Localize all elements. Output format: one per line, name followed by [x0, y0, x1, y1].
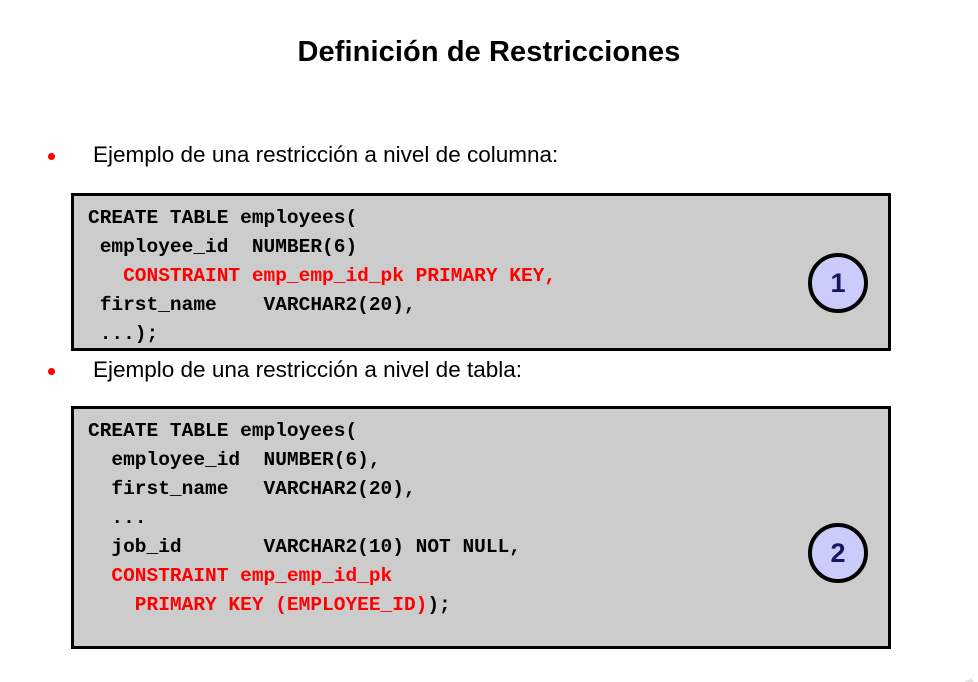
code-token: PRIMARY KEY (EMPLOYEE_ID)	[88, 594, 428, 616]
bullet-item-1: Ejemplo de una restricción a nivel de co…	[48, 141, 558, 168]
code-line: CREATE TABLE employees(	[88, 417, 521, 446]
step-badge-1: 1	[808, 253, 868, 313]
code-line: first_name VARCHAR2(20),	[88, 475, 521, 504]
slide-canvas: cademy Definición de Restricciones Ejemp…	[0, 0, 978, 682]
bullet-dot-icon	[48, 153, 55, 160]
step-badge-2: 2	[808, 523, 868, 583]
page-title: Definición de Restricciones	[297, 36, 681, 68]
bullet-label-1: Ejemplo de una restricción a nivel de co…	[93, 142, 559, 167]
bullet-dot-icon	[48, 368, 55, 375]
code-line: CONSTRAINT emp_emp_id_pk PRIMARY KEY,	[88, 262, 556, 291]
code-token: CREATE TABLE employees(	[88, 207, 358, 229]
code-line: CONSTRAINT emp_emp_id_pk	[88, 562, 521, 591]
code-token: job_id VARCHAR2(10) NOT NULL,	[88, 536, 521, 558]
code-line: employee_id NUMBER(6)	[88, 233, 556, 262]
code-token: );	[427, 594, 451, 616]
code-block-2: CREATE TABLE employees( employee_id NUMB…	[71, 406, 891, 649]
code-block-2-content: CREATE TABLE employees( employee_id NUMB…	[88, 417, 521, 620]
code-token: CREATE TABLE employees(	[88, 420, 358, 442]
code-line: first_name VARCHAR2(20),	[88, 291, 556, 320]
code-block-1: CREATE TABLE employees( employee_id NUMB…	[71, 193, 891, 351]
code-token: employee_id NUMBER(6)	[88, 236, 358, 258]
code-line: ...	[88, 504, 521, 533]
code-token: first_name VARCHAR2(20),	[88, 478, 416, 500]
code-line: PRIMARY KEY (EMPLOYEE_ID));	[88, 591, 521, 620]
code-line: employee_id NUMBER(6),	[88, 446, 521, 475]
code-token: employee_id NUMBER(6),	[88, 449, 381, 471]
bullet-label-2: Ejemplo de una restricción a nivel de ta…	[93, 357, 522, 382]
code-token: first_name VARCHAR2(20),	[88, 294, 416, 316]
code-token: ...);	[88, 323, 159, 345]
code-block-1-content: CREATE TABLE employees( employee_id NUMB…	[88, 204, 556, 349]
code-token: CONSTRAINT emp_emp_id_pk	[88, 565, 393, 587]
code-line: ...);	[88, 320, 556, 349]
code-line: job_id VARCHAR2(10) NOT NULL,	[88, 533, 521, 562]
code-token: CONSTRAINT emp_emp_id_pk PRIMARY KEY,	[88, 265, 557, 287]
code-token: ...	[88, 507, 147, 529]
code-line: CREATE TABLE employees(	[88, 204, 556, 233]
bullet-item-2: Ejemplo de una restricción a nivel de ta…	[48, 356, 522, 383]
